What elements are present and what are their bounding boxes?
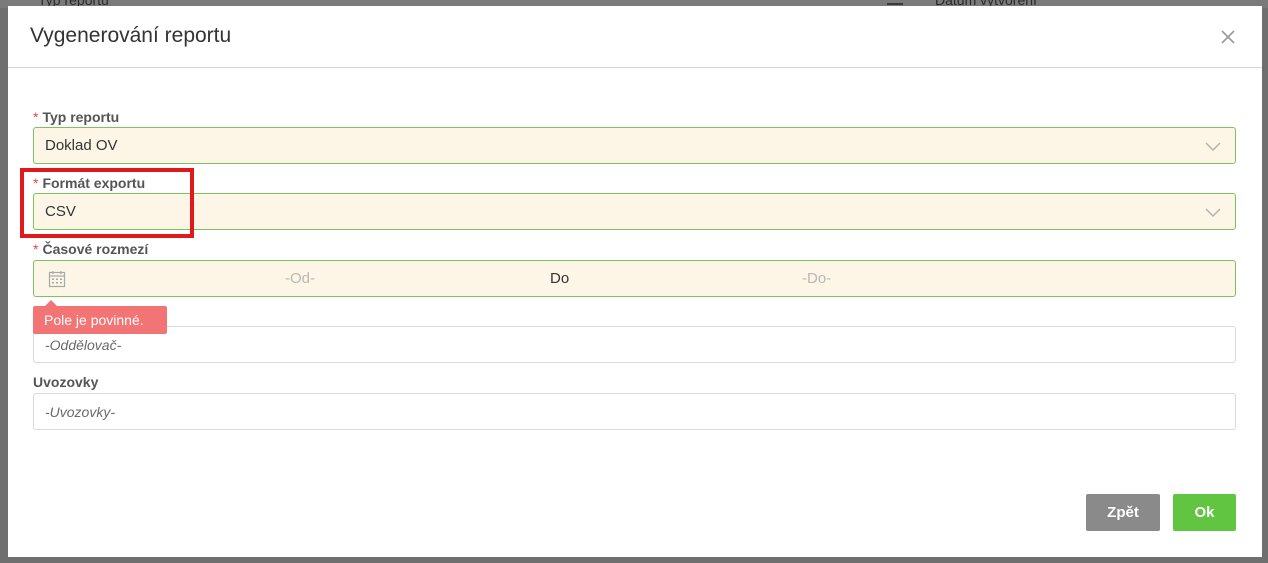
- modal-header: Vygenerování reportu: [8, 6, 1262, 68]
- separator-placeholder: -Oddělovač-: [45, 337, 122, 353]
- report-type-label: * Typ reportu: [33, 109, 120, 125]
- quotes-input[interactable]: -Uvozovky-: [33, 393, 1236, 430]
- date-range-separator: Do: [550, 270, 570, 287]
- required-mark: *: [33, 109, 39, 125]
- quotes-label: Uvozovky: [33, 374, 99, 390]
- required-mark: *: [33, 175, 39, 191]
- close-icon[interactable]: [1216, 25, 1240, 49]
- time-range-label: * Časové rozmezí: [33, 241, 149, 257]
- required-mark: *: [33, 241, 39, 257]
- back-button[interactable]: Zpět: [1086, 494, 1160, 531]
- calendar-icon: [48, 271, 66, 288]
- export-format-select[interactable]: CSV: [33, 193, 1236, 230]
- required-error-tooltip: Pole je povinné.: [33, 300, 167, 334]
- report-modal: Vygenerování reportu * Typ reportu Doklad…: [8, 6, 1262, 557]
- export-format-label: * Formát exportu: [33, 175, 146, 191]
- time-range-picker[interactable]: -Od- Do -Do-: [33, 260, 1236, 297]
- sort-icon: [887, 3, 903, 5]
- ok-button[interactable]: Ok: [1173, 494, 1236, 531]
- modal-title: Vygenerování reportu: [30, 24, 232, 47]
- chevron-down-icon: [1205, 208, 1221, 217]
- quotes-placeholder: -Uvozovky-: [45, 404, 116, 420]
- date-to-input[interactable]: -Do-: [802, 270, 831, 287]
- separator-input[interactable]: -Oddělovač-: [33, 326, 1236, 363]
- report-type-value: Doklad OV: [45, 137, 118, 154]
- date-from-input[interactable]: -Od-: [285, 270, 315, 287]
- chevron-down-icon: [1205, 142, 1221, 151]
- export-format-value: CSV: [45, 203, 76, 220]
- report-type-select[interactable]: Doklad OV: [33, 127, 1236, 164]
